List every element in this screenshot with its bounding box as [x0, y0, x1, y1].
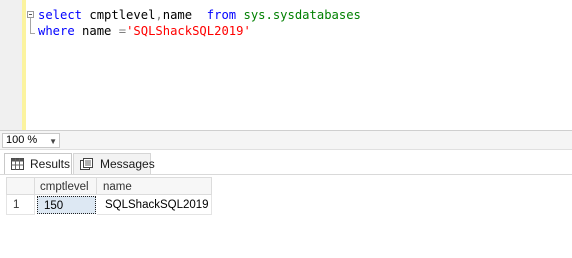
results-grid: cmptlevel name 1 150 SQLShackSQL2019 — [0, 174, 572, 258]
keyword-where: where — [38, 24, 75, 38]
tab-results-label: Results — [30, 157, 71, 171]
messages-icon — [80, 158, 93, 170]
keyword-select: select — [38, 8, 83, 22]
cell-name[interactable]: SQLShackSQL2019 — [97, 195, 212, 215]
cell-cmptlevel[interactable]: 150 — [37, 196, 96, 214]
zoom-value: 100 % — [6, 134, 38, 146]
grid-corner[interactable] — [6, 177, 35, 195]
result-tabs: Results Messages — [0, 149, 572, 175]
tab-results[interactable]: Results — [4, 153, 72, 175]
change-tracking-bar — [22, 0, 26, 130]
code-line-2[interactable]: where name ='SQLShackSQL2019' — [38, 23, 251, 39]
where-column-name: name — [74, 24, 119, 38]
tab-messages-label: Messages — [100, 157, 155, 171]
column-header-cmptlevel[interactable]: cmptlevel — [35, 177, 97, 195]
comma: , — [155, 8, 163, 22]
query-editor[interactable]: select cmptlevel,name from sys.sysdataba… — [0, 0, 572, 130]
tab-messages[interactable]: Messages — [73, 153, 155, 175]
editor-gutter — [0, 0, 22, 130]
column-cmptlevel: cmptlevel — [82, 8, 156, 22]
row-header[interactable]: 1 — [6, 195, 35, 215]
column-name: name — [162, 8, 207, 22]
table-sysdatabases: sys.sysdatabases — [243, 8, 361, 22]
equals-operator: = — [118, 24, 127, 38]
outline-line — [30, 18, 31, 34]
code-line-1[interactable]: select cmptlevel,name from sys.sysdataba… — [38, 7, 361, 23]
grid-icon — [11, 158, 24, 170]
column-header-name[interactable]: name — [97, 177, 212, 195]
chevron-down-icon[interactable]: ▼ — [49, 135, 57, 148]
collapse-icon[interactable] — [27, 11, 34, 18]
keyword-from: from — [206, 8, 237, 22]
zoom-dropdown[interactable]: 100 % ▼ — [2, 133, 60, 148]
outline-line-end — [30, 33, 35, 34]
zoom-bar: 100 % ▼ — [0, 130, 572, 149]
string-literal: 'SQLShackSQL2019' — [126, 24, 251, 38]
